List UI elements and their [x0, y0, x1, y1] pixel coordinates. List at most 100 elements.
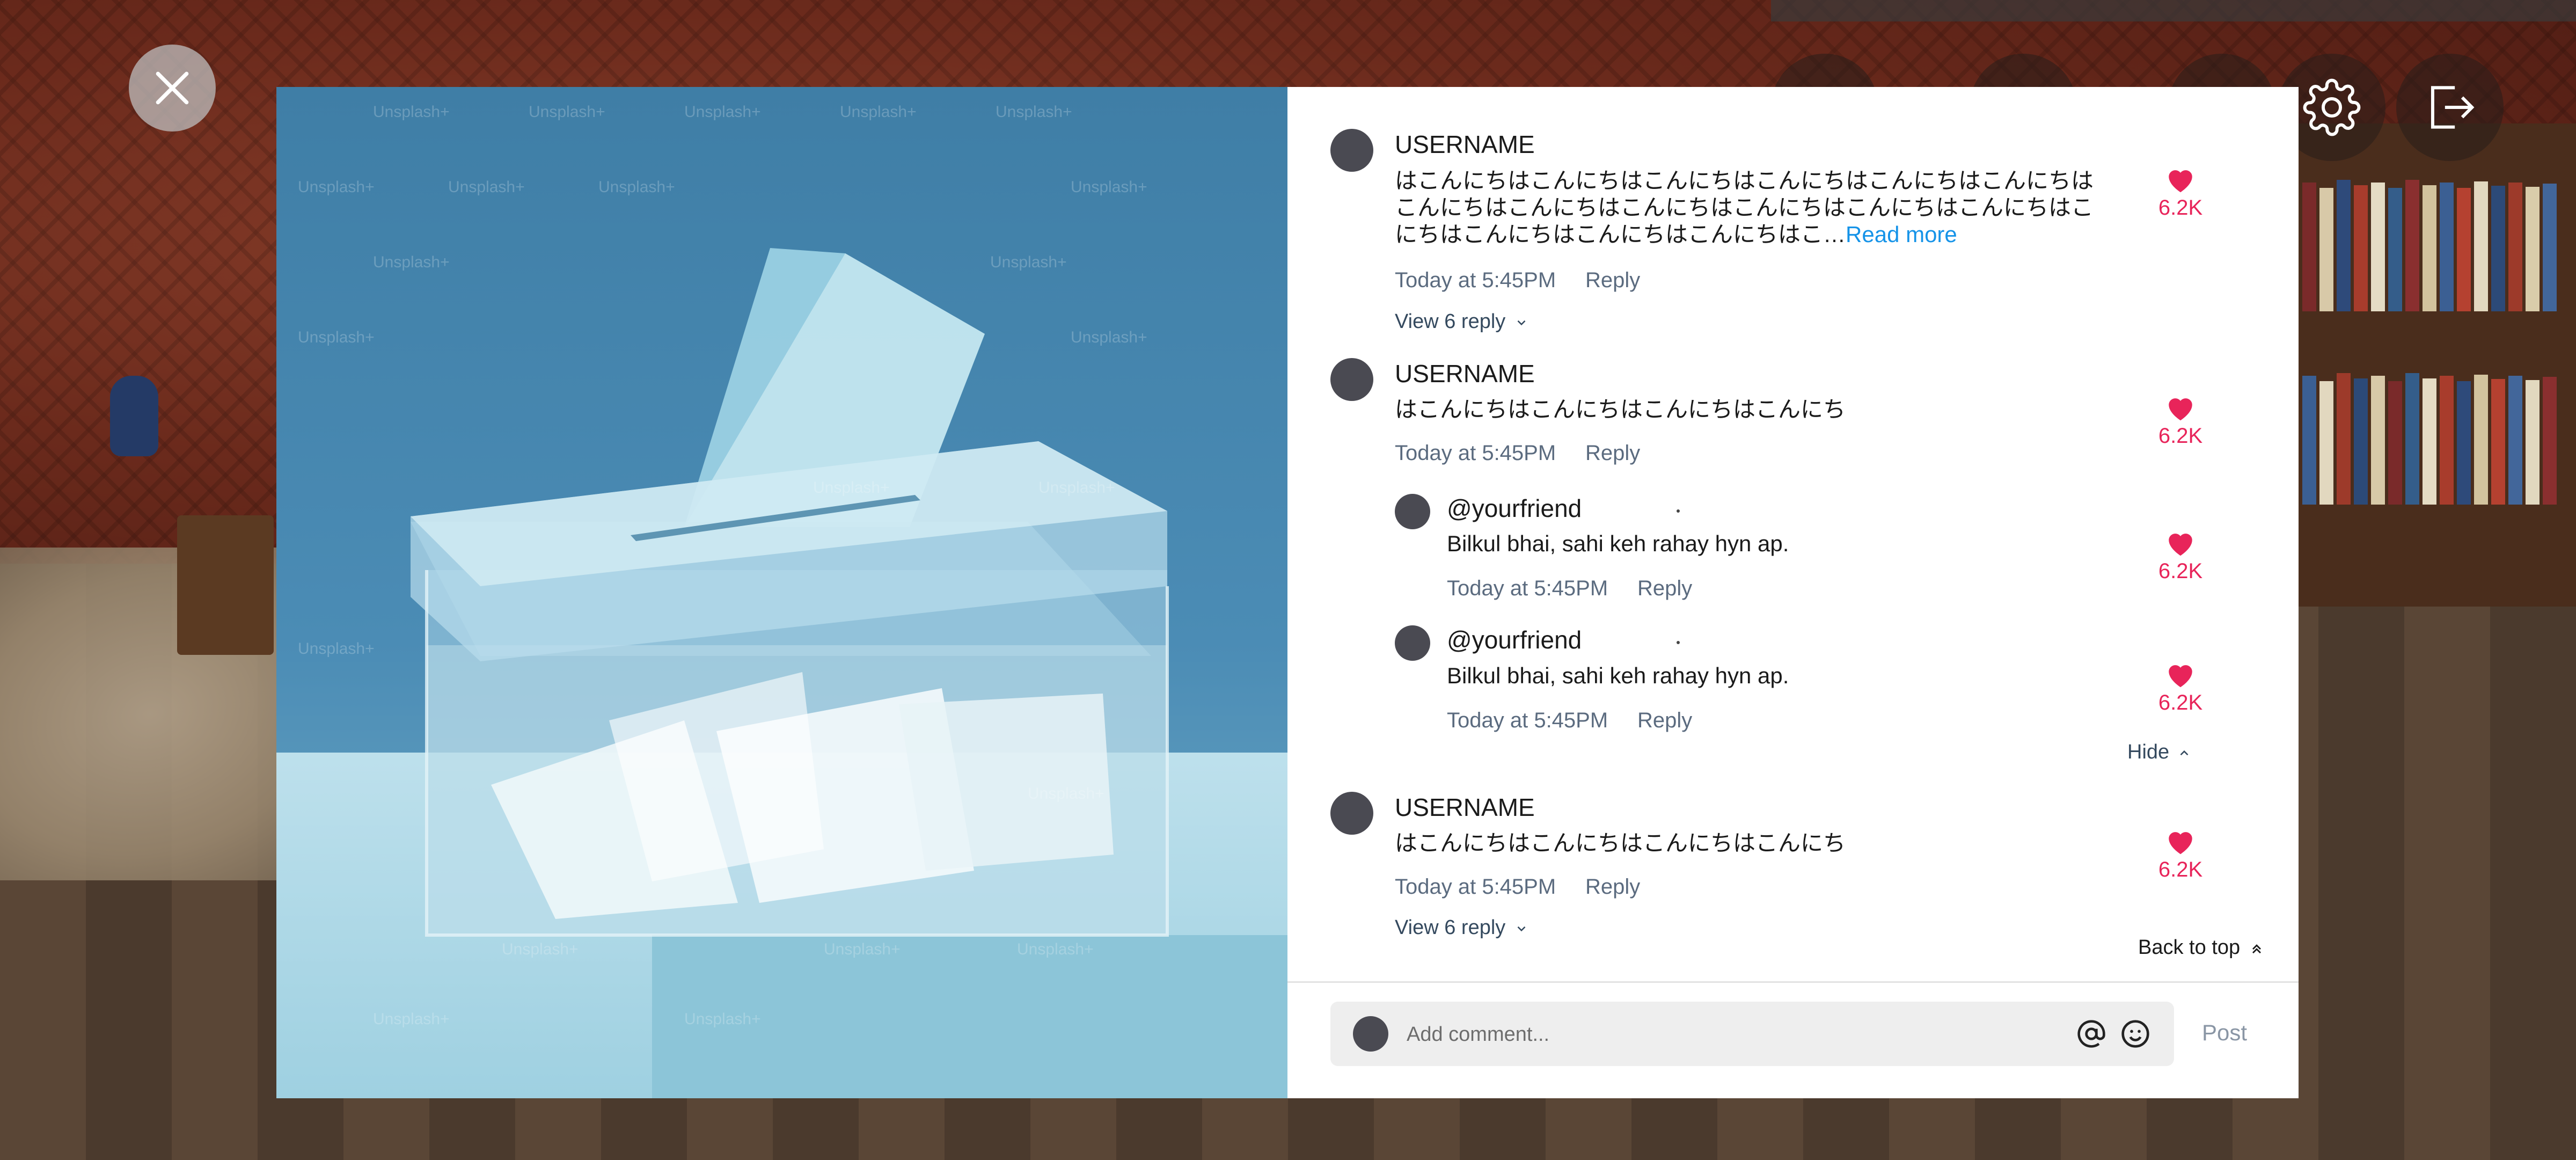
back-to-top-button[interactable]: Back to top — [2138, 936, 2264, 959]
separator-dot — [1677, 641, 1680, 644]
hide-replies-label: Hide — [2127, 741, 2170, 763]
watermark: Unsplash+ — [373, 103, 450, 121]
watermark: Unsplash+ — [990, 253, 1067, 271]
watermark: Unsplash+ — [1038, 479, 1115, 497]
watermark: Unsplash+ — [996, 103, 1072, 121]
watermark: Unsplash+ — [824, 940, 901, 958]
comment-timestamp: Today at 5:45PM — [1395, 268, 1556, 292]
like-count: 6.2K — [2158, 424, 2203, 448]
exit-icon — [2431, 86, 2475, 129]
reply-username[interactable]: @yourfriend — [1447, 625, 1582, 654]
hide-replies-button[interactable]: Hide — [2127, 741, 2191, 764]
watermark: Unsplash+ — [298, 329, 375, 346]
reply-button[interactable]: Reply — [1637, 709, 1692, 733]
emoji-icon[interactable] — [2120, 1019, 2150, 1049]
like-count: 6.2K — [2158, 196, 2203, 220]
reply-username[interactable]: @yourfriend — [1447, 494, 1582, 523]
background-top-strip — [1771, 0, 2576, 21]
view-replies-label: View 6 reply — [1395, 916, 1506, 939]
reply-timestamp: Today at 5:45PM — [1447, 709, 1608, 732]
reply-button[interactable]: Reply — [1585, 441, 1640, 465]
like-count: 6.2K — [2158, 691, 2203, 714]
avatar[interactable] — [1330, 129, 1373, 172]
view-replies-label: View 6 reply — [1395, 310, 1506, 333]
post-button[interactable]: Post — [2202, 1020, 2247, 1046]
comment-timestamp: Today at 5:45PM — [1395, 875, 1556, 899]
like-button[interactable]: 6.2K — [2154, 827, 2207, 882]
background-table — [177, 515, 274, 655]
watermark: Unsplash+ — [373, 253, 450, 271]
heart-icon — [2169, 534, 2192, 556]
watermark: Unsplash+ — [529, 103, 605, 121]
reply-text: Bilkul bhai, sahi keh rahay hyn ap. — [1447, 531, 1789, 556]
heart-icon — [2169, 170, 2192, 193]
like-button[interactable]: 6.2K — [2154, 528, 2207, 583]
watermark: Unsplash+ — [598, 178, 675, 196]
separator-dot — [1677, 509, 1680, 513]
reply-button[interactable]: Reply — [1637, 577, 1692, 601]
heart-icon — [2169, 398, 2192, 421]
reply-button[interactable]: Reply — [1585, 875, 1640, 899]
avatar[interactable] — [1395, 625, 1430, 661]
background-bookshelf — [2292, 123, 2576, 607]
like-button[interactable]: 6.2K — [2154, 165, 2207, 220]
like-button[interactable]: 6.2K — [2154, 660, 2207, 715]
heart-icon — [2169, 832, 2192, 855]
double-chevron-up-icon — [2252, 944, 2261, 954]
exit-button[interactable] — [2396, 54, 2504, 161]
comment-text-line: にちはこんにちはこんにちはこんにちはこ…Read more — [1395, 221, 2135, 248]
like-count: 6.2K — [2158, 858, 2203, 881]
comment-text-line: こんにちはこんにちはこんにちはこんにちはこんにちはこんにちはこ — [1395, 195, 2094, 220]
comment-text-line: はこんにちはこんにちはこんにちはこんにちはこんにちはこんにちは — [1395, 168, 2094, 193]
chevron-down-icon — [1517, 926, 1526, 932]
comment-text: はこんにちはこんにちはこんにちはこんにち — [1395, 397, 1846, 422]
watermark: Unsplash+ — [813, 479, 890, 497]
back-to-top-label: Back to top — [2138, 936, 2241, 959]
avatar[interactable] — [1395, 494, 1430, 529]
like-button[interactable]: 6.2K — [2154, 393, 2207, 448]
post-modal: Unsplash+ Unsplash+ Unsplash+ Unsplash+ … — [276, 87, 2299, 1098]
background-vase — [110, 376, 158, 456]
watermark: Unsplash+ — [1017, 940, 1094, 958]
watermark: Unsplash+ — [1071, 178, 1147, 196]
comment-username[interactable]: USERNAME — [1395, 359, 1535, 388]
watermark: Unsplash+ — [373, 1010, 450, 1028]
watermark: Unsplash+ — [298, 178, 375, 196]
watermark: Unsplash+ — [684, 103, 761, 121]
at-icon[interactable] — [2076, 1019, 2106, 1049]
read-more-link[interactable]: Read more — [1846, 222, 1957, 247]
avatar[interactable] — [1330, 358, 1373, 401]
watermark: Unsplash+ — [840, 103, 917, 121]
comment-timestamp: Today at 5:45PM — [1395, 441, 1556, 465]
gear-icon — [2303, 78, 2361, 136]
reply-button[interactable]: Reply — [1585, 268, 1640, 293]
like-count: 6.2K — [2158, 559, 2203, 583]
reply-timestamp: Today at 5:45PM — [1447, 577, 1608, 600]
comment-text-line-end: にちはこんにちはこんにちはこんにちはこ… — [1395, 222, 1846, 247]
avatar[interactable] — [1330, 792, 1373, 835]
watermark: Unsplash+ — [448, 178, 525, 196]
comments-panel: USERNAME はこんにちはこんにちはこんにちはこんにちはこんにちはこんにちは… — [1287, 87, 2299, 1098]
comment-username[interactable]: USERNAME — [1395, 793, 1535, 822]
close-icon — [156, 71, 189, 105]
view-replies-button[interactable]: View 6 reply — [1395, 310, 1528, 333]
comment-composer — [1330, 1002, 2174, 1066]
watermark: Unsplash+ — [502, 940, 579, 958]
comment-text: はこんにちはこんにちはこんにちはこんにち — [1395, 830, 1846, 856]
post-image: Unsplash+ Unsplash+ Unsplash+ Unsplash+ … — [276, 87, 1287, 1098]
comment-input[interactable] — [1406, 1018, 2052, 1051]
chevron-down-icon — [1517, 320, 1526, 326]
chevron-up-icon — [2180, 750, 2189, 756]
avatar — [1353, 1016, 1388, 1052]
comment-username[interactable]: USERNAME — [1395, 130, 1535, 159]
close-button[interactable] — [129, 45, 216, 132]
composer-divider — [1287, 981, 2299, 983]
comment-list[interactable]: USERNAME はこんにちはこんにちはこんにちはこんにちはこんにちはこんにちは… — [1287, 87, 2299, 981]
view-replies-button[interactable]: View 6 reply — [1395, 916, 1528, 939]
watermark: Unsplash+ — [1028, 785, 1104, 802]
watermark: Unsplash+ — [298, 640, 375, 658]
heart-icon — [2169, 665, 2192, 688]
comment-text: はこんにちはこんにちはこんにちはこんにちはこんにちはこんにちは こんにちはこんに… — [1395, 167, 2135, 248]
watermark: Unsplash+ — [1071, 329, 1147, 346]
watermark: Unsplash+ — [684, 1010, 761, 1028]
